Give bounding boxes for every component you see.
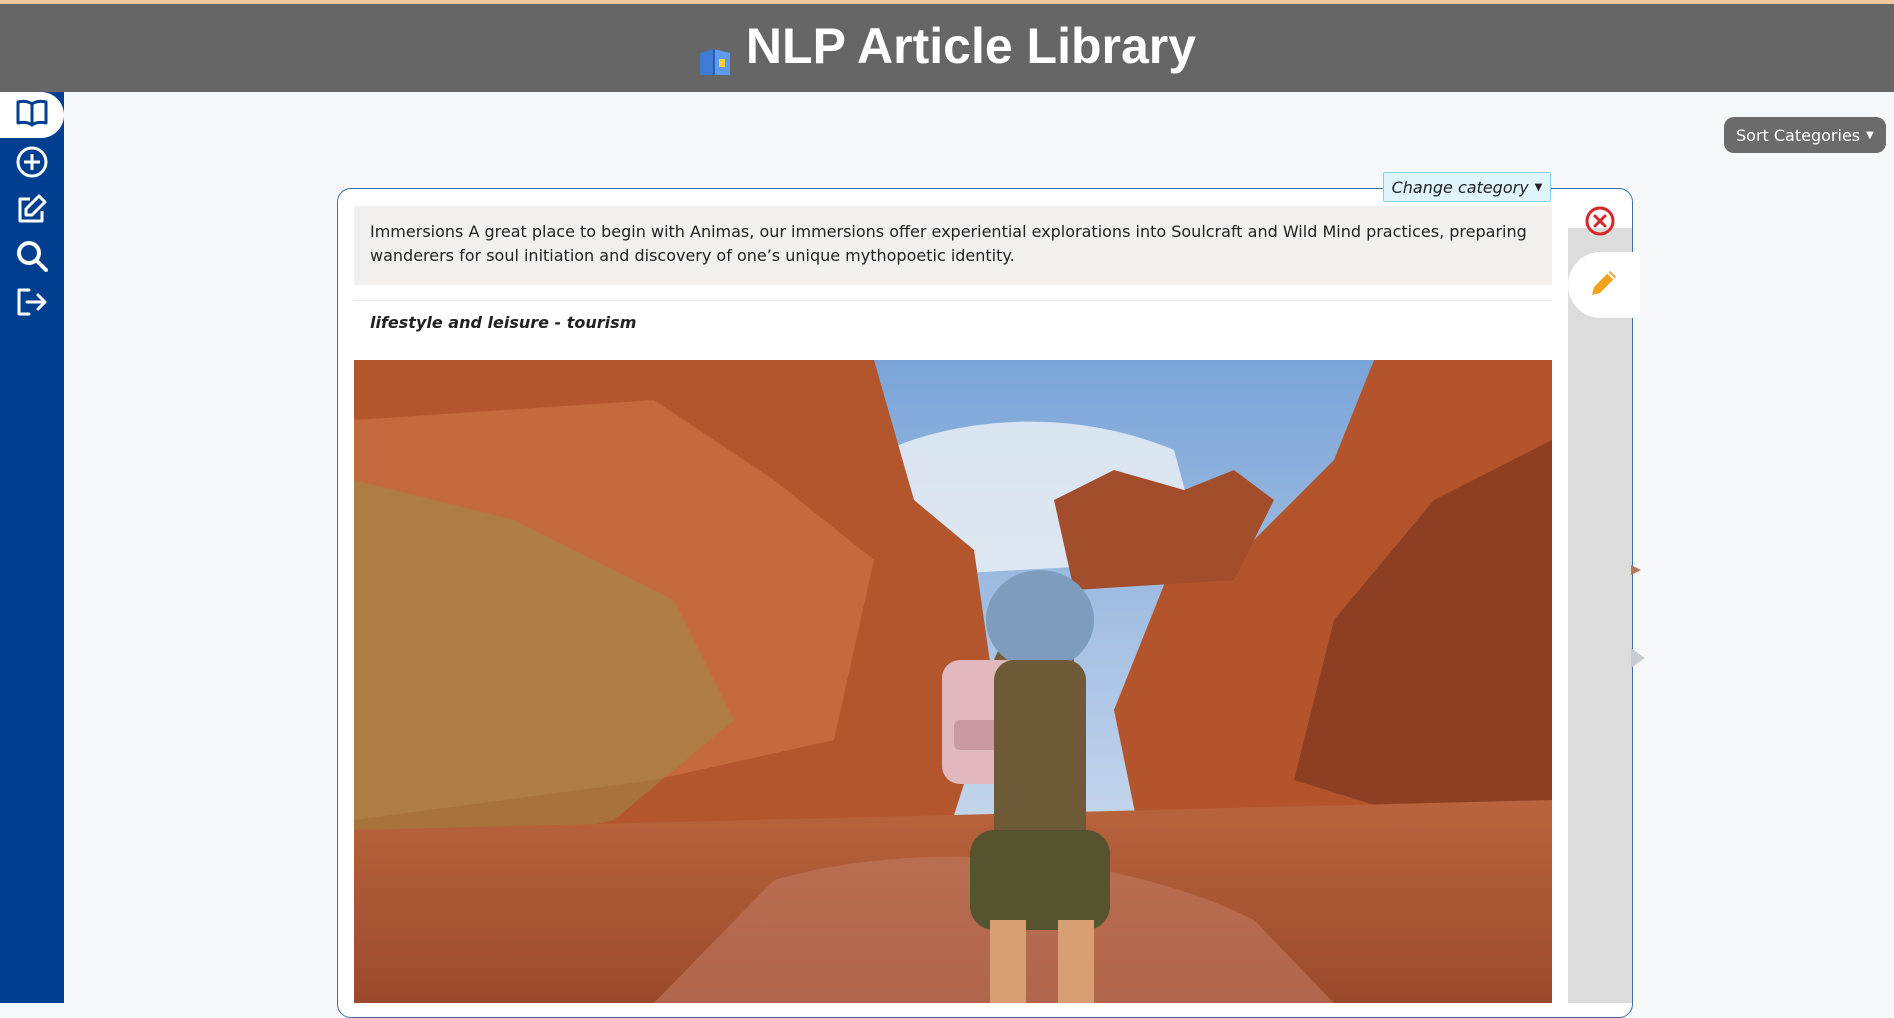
pencil-icon: [1586, 265, 1622, 305]
caret-right-icon: [1631, 562, 1643, 581]
article-category: lifestyle and leisure - tourism: [370, 313, 637, 332]
edit-icon: [16, 193, 48, 229]
caret-down-icon: ▼: [1866, 129, 1874, 141]
sidebar-item-edit[interactable]: [0, 188, 64, 234]
delete-article-button[interactable]: [1580, 203, 1620, 243]
caret-down-icon: ▼: [1534, 181, 1543, 193]
plus-circle-icon: [15, 145, 49, 183]
sidebar: [0, 92, 64, 1003]
close-circle-icon: [1584, 205, 1616, 241]
edit-article-button[interactable]: [1568, 252, 1640, 318]
app-title-wrap: NLP Article Library: [698, 17, 1196, 75]
change-category-label: Change category: [1391, 177, 1529, 197]
sort-categories-label: Sort Categories: [1736, 125, 1861, 145]
change-category-button[interactable]: Change category ▼: [1383, 172, 1551, 202]
sort-categories-button[interactable]: Sort Categories ▼: [1724, 117, 1886, 153]
sidebar-item-add[interactable]: [0, 141, 64, 187]
article-summary: Immersions A great place to begin with A…: [354, 206, 1552, 285]
article-image: [354, 360, 1552, 1003]
caret-right-icon: [1631, 648, 1645, 672]
open-book-icon: [15, 98, 49, 132]
app-header: NLP Article Library: [0, 0, 1894, 92]
search-icon: [15, 239, 49, 277]
divider: [354, 300, 1552, 301]
sidebar-item-library[interactable]: [0, 92, 64, 138]
page-title: NLP Article Library: [745, 18, 1197, 74]
sidebar-item-search[interactable]: [0, 235, 64, 281]
book-icon: [698, 31, 732, 75]
action-rail: [1568, 228, 1632, 1003]
logout-icon: [15, 287, 49, 321]
sidebar-item-logout[interactable]: [0, 281, 64, 327]
